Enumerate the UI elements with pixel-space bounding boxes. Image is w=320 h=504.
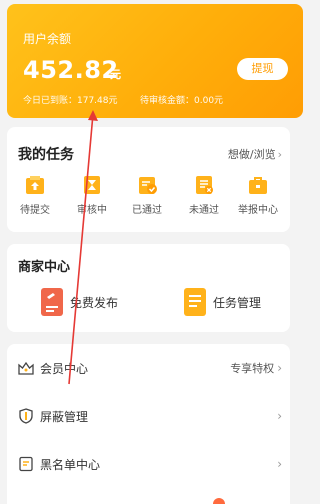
- vip-privilege-label: 专享特权 ›: [230, 360, 282, 376]
- today-arrived-text: 今日已到账：177.48元: [23, 96, 118, 106]
- balance-title: 用户余额: [23, 32, 72, 46]
- shield-icon: [19, 408, 33, 424]
- hourglass-icon: [84, 176, 100, 194]
- task-pending-submit[interactable]: 待提交: [9, 174, 61, 216]
- free-publish-label: 免费发布: [70, 295, 119, 310]
- my-tasks-title: 我的任务: [18, 147, 74, 163]
- task-report-center[interactable]: 举报中心: [232, 174, 284, 216]
- vip-privilege-text: 专享特权: [230, 362, 275, 375]
- briefcase-icon: [249, 177, 267, 194]
- menu-vip-center[interactable]: 会员中心 专享特权 ›: [7, 344, 290, 392]
- task-report-center-label: 举报中心: [238, 205, 278, 216]
- balance-card: 用户余额 452.82 元 提现 今日已到账：177.48元 待审核金额：0.0…: [7, 4, 303, 118]
- chevron-right-icon: ›: [277, 457, 282, 471]
- want-browse-link[interactable]: 想做/浏览 ›: [228, 146, 282, 162]
- task-manage-label: 任务管理: [213, 295, 262, 310]
- block-manage-label: 屏蔽管理: [40, 409, 89, 424]
- vip-center-label: 会员中心: [40, 361, 89, 376]
- withdraw-button[interactable]: 提现: [237, 58, 288, 80]
- want-browse-label: 想做/浏览: [227, 148, 276, 161]
- task-list-icon: [184, 288, 206, 316]
- task-reviewing-label: 审核中: [77, 205, 107, 216]
- balance-amount: 452.82: [23, 56, 119, 84]
- task-rejected-label: 未通过: [189, 205, 219, 216]
- task-rejected[interactable]: 未通过: [178, 174, 230, 216]
- chevron-right-icon: ›: [277, 361, 282, 375]
- task-manage-button[interactable]: 任务管理: [183, 285, 261, 319]
- publish-doc-icon: [41, 288, 63, 316]
- task-reviewing[interactable]: 审核中: [66, 174, 118, 216]
- free-publish-button[interactable]: 免费发布: [40, 285, 118, 319]
- my-tasks-card: 我的任务 想做/浏览 › 待提交 审核中 已通过 未通过 举报中心: [7, 127, 290, 232]
- pending-amount-text: 待审核金额：0.00元: [140, 96, 224, 106]
- task-approved-label: 已通过: [132, 205, 162, 216]
- blacklist-center-label: 黑名单中心: [40, 457, 101, 472]
- rejected-doc-icon: [196, 176, 213, 194]
- balance-unit: 元: [110, 68, 121, 81]
- chevron-right-icon: ›: [277, 409, 282, 423]
- task-approved[interactable]: 已通过: [121, 174, 173, 216]
- task-pending-submit-label: 待提交: [20, 205, 50, 216]
- menu-block-manage[interactable]: 屏蔽管理 ›: [7, 392, 290, 440]
- upload-doc-icon: [26, 176, 44, 194]
- merchant-center-title: 商家中心: [18, 260, 71, 275]
- list-doc-icon: [19, 456, 33, 472]
- checkmark-doc-icon: [139, 177, 157, 194]
- menu-blacklist-center[interactable]: 黑名单中心 ›: [7, 440, 290, 488]
- crown-icon: [18, 361, 34, 375]
- chevron-right-icon: ›: [277, 148, 282, 161]
- settings-menu-card: 会员中心 专享特权 › 屏蔽管理 › 黑名单中心 ›: [7, 344, 290, 504]
